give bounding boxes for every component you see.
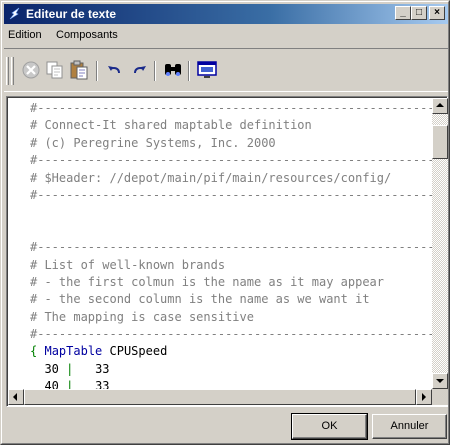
maptable-brace: { [30, 344, 38, 359]
code-line[interactable]: # List of well-known brands [30, 257, 432, 274]
close-button[interactable]: × [429, 6, 445, 20]
toolbar [4, 48, 448, 92]
preview-button[interactable] [196, 59, 218, 81]
maptable-keyword: MapTable [44, 344, 103, 359]
minimize-button[interactable]: _ [395, 6, 411, 20]
code-line[interactable]: # $Header: //depot/main/pif/main/resourc… [30, 170, 432, 187]
code-line[interactable]: #---------------------------------------… [30, 239, 432, 256]
code-line[interactable]: #---------------------------------------… [30, 187, 432, 204]
code-line[interactable]: #---------------------------------------… [30, 326, 432, 343]
code-line[interactable]: # Connect-It shared maptable definition [30, 117, 432, 134]
scroll-up-button[interactable] [432, 98, 448, 114]
code-line[interactable]: # (c) Peregrine Systems, Inc. 2000 [30, 135, 432, 152]
toolbar-separator [154, 61, 156, 81]
redo-button[interactable] [128, 59, 150, 81]
arrow-right-icon [422, 393, 426, 401]
menu-edition[interactable]: Edition [8, 29, 42, 41]
maximize-icon: □ [415, 7, 423, 18]
window-title: Editeur de texte [26, 7, 117, 21]
toolbar-grip[interactable] [6, 57, 9, 85]
row-right: 33 [95, 361, 110, 376]
redo-icon [134, 66, 146, 74]
text-editor-inner[interactable]: #---------------------------------------… [7, 97, 448, 406]
maptable-name: CPUSpeed [109, 344, 168, 359]
undo-icon [108, 66, 120, 74]
row-sep: | [66, 361, 74, 376]
code-line[interactable]: # The mapping is case sensitive [30, 309, 432, 326]
maximize-button[interactable]: □ [411, 6, 427, 20]
arrow-down-icon [436, 379, 444, 383]
vertical-scrollbar[interactable] [432, 98, 448, 389]
toolbar-separator [188, 61, 190, 81]
arrow-left-icon [13, 393, 17, 401]
vertical-scroll-thumb[interactable] [432, 125, 448, 159]
code-area[interactable]: #---------------------------------------… [8, 98, 432, 389]
code-line[interactable]: { MapTable CPUSpeed [30, 343, 432, 360]
minimize-icon: _ [400, 7, 406, 18]
undo-button[interactable] [104, 59, 126, 81]
text-editor[interactable]: #---------------------------------------… [6, 96, 448, 407]
app-icon [9, 7, 20, 20]
scroll-left-button[interactable] [8, 389, 24, 405]
horizontal-scroll-thumb[interactable] [24, 389, 416, 405]
scroll-down-button[interactable] [432, 373, 448, 389]
copy-icon [46, 61, 63, 79]
delete-button[interactable] [20, 59, 42, 81]
title-bar[interactable]: Editeur de texte _ □ × [4, 4, 448, 24]
code-line[interactable]: #---------------------------------------… [30, 100, 432, 117]
delete-icon [22, 61, 40, 79]
row-right: 33 [95, 379, 110, 389]
code-line[interactable] [30, 204, 432, 221]
table-row[interactable]: 40 | 33 [30, 378, 432, 389]
copy-button[interactable] [44, 59, 66, 81]
preview-icon [197, 61, 217, 78]
scrollbar-corner [432, 389, 448, 405]
close-icon: × [434, 7, 440, 18]
editor-window: Editeur de texte _ □ × Edition Composant… [0, 0, 450, 445]
row-left: 30 [44, 361, 59, 376]
row-left: 40 [44, 379, 59, 389]
table-row[interactable]: 30 | 33 [30, 361, 432, 378]
code-line[interactable]: # - the second column is the name as we … [30, 291, 432, 308]
window-frame: Editeur de texte _ □ × Edition Composant… [1, 1, 449, 444]
arrow-up-icon [436, 103, 444, 107]
scroll-right-button[interactable] [416, 389, 432, 405]
code-line[interactable]: # - the first colmun is the name as it m… [30, 274, 432, 291]
ok-button[interactable]: OK [291, 413, 368, 440]
paste-icon [70, 60, 88, 80]
row-sep: | [66, 379, 74, 389]
toolbar-grip[interactable] [11, 57, 14, 85]
horizontal-scrollbar[interactable] [8, 389, 432, 405]
toolbar-separator [96, 61, 98, 81]
menu-bar: Edition Composants [4, 26, 448, 44]
find-button[interactable] [162, 59, 184, 81]
cancel-button[interactable]: Annuler [372, 414, 447, 439]
code-line[interactable] [30, 222, 432, 239]
find-icon [165, 64, 181, 76]
code-line[interactable]: #---------------------------------------… [30, 152, 432, 169]
menu-composants[interactable]: Composants [56, 29, 118, 41]
paste-button[interactable] [68, 59, 90, 81]
